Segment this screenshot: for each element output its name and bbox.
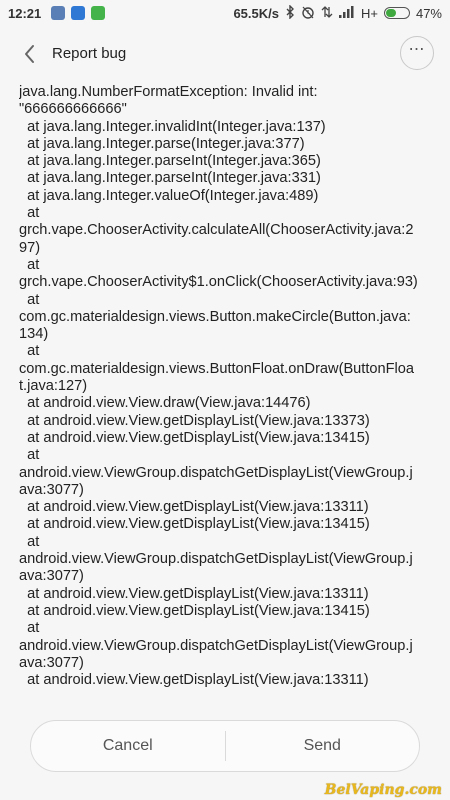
stack-trace-line: grch.vape.ChooserActivity.calculateAll(C… — [19, 222, 414, 239]
stack-trace-line: at java.lang.Integer.parse(Integer.java:… — [19, 135, 305, 152]
status-bar-left: 12:21 — [0, 5, 106, 21]
status-bar: 12:21 65.5K/s H+ 47% — [0, 0, 450, 26]
page-title: Report bug — [52, 45, 127, 62]
stack-trace-line: at android.view.View.getDisplayList(View… — [19, 585, 369, 602]
app-green-icon — [91, 6, 106, 20]
stack-trace-line: grch.vape.ChooserActivity$1.onClick(Choo… — [19, 274, 418, 291]
stack-trace-line: at android.view.View.getDisplayList(View… — [19, 672, 369, 689]
stack-trace-line: at android.view.View.draw(View.java:1447… — [19, 395, 311, 412]
stack-trace-line: "666666666666" — [19, 101, 127, 118]
stack-trace-line: 134) — [19, 326, 49, 343]
stack-trace-line: t.java:127) — [19, 378, 88, 395]
stack-trace-line: at — [19, 291, 40, 308]
stack-trace-line: ava:3077) — [19, 568, 84, 585]
network-type: H+ — [360, 5, 378, 21]
status-bar-right: 65.5K/s H+ 47% — [233, 3, 450, 22]
chevron-left-icon — [25, 45, 34, 63]
battery-fill — [385, 9, 397, 17]
stack-trace-line: ava:3077) — [19, 481, 84, 498]
stack-trace-line: at java.lang.Integer.invalidInt(Integer.… — [19, 118, 326, 135]
stack-trace-line: at java.lang.Integer.parseInt(Integer.ja… — [19, 170, 321, 187]
network-speed: 65.5K/s — [233, 5, 279, 21]
action-bar: Cancel Send — [30, 720, 420, 772]
stack-trace-line: at android.view.View.getDisplayList(View… — [19, 499, 369, 516]
more-icon: ⋯ — [408, 41, 426, 58]
stack-trace-line: at android.view.View.getDisplayList(View… — [19, 602, 370, 619]
stack-trace-line: at java.lang.Integer.parseInt(Integer.ja… — [19, 153, 321, 170]
clock: 12:21 — [8, 5, 42, 21]
stack-trace-line: ava:3077) — [19, 654, 84, 671]
send-button[interactable]: Send — [226, 721, 420, 771]
stack-trace-line: at java.lang.Integer.valueOf(Integer.jav… — [19, 187, 319, 204]
battery-percent: 47% — [415, 5, 442, 21]
stack-trace-line: android.view.ViewGroup.dispatchGetDispla… — [19, 551, 413, 568]
stack-trace-line: android.view.ViewGroup.dispatchGetDispla… — [19, 464, 413, 481]
stack-trace-line: 97) — [19, 239, 41, 256]
app-blue-icon — [71, 6, 86, 20]
watermark-logo: BelVaping.com — [324, 782, 442, 798]
more-options-button[interactable]: ⋯ — [400, 36, 434, 70]
battery-icon — [383, 7, 410, 19]
stack-trace-line: at android.view.View.getDisplayList(View… — [19, 412, 370, 429]
stack-trace-line: at — [19, 205, 40, 222]
stack-trace-line: at — [19, 256, 40, 273]
stack-trace: java.lang.NumberFormatException: Invalid… — [19, 84, 437, 689]
stack-trace-line: android.view.ViewGroup.dispatchGetDispla… — [19, 637, 413, 654]
app-header: Report bug ⋯ — [0, 26, 450, 82]
app-w-icon — [51, 6, 66, 20]
signal-icon — [338, 5, 355, 21]
stack-trace-line: at — [19, 447, 40, 464]
stack-trace-line: java.lang.NumberFormatException: Invalid… — [19, 84, 318, 100]
stack-trace-line: com.gc.materialdesign.views.Button.makeC… — [19, 308, 411, 325]
stack-trace-line: at — [19, 533, 40, 550]
cancel-button[interactable]: Cancel — [31, 721, 225, 771]
stack-trace-line: at — [19, 620, 40, 637]
stack-trace-line: at android.view.View.getDisplayList(View… — [19, 429, 370, 446]
stack-trace-line: at — [19, 343, 40, 360]
data-transfer-icon — [321, 5, 333, 22]
stack-trace-line: com.gc.materialdesign.views.ButtonFloat.… — [19, 360, 415, 377]
bluetooth-icon — [285, 3, 295, 22]
back-button[interactable] — [18, 40, 42, 68]
stack-trace-line: at android.view.View.getDisplayList(View… — [19, 516, 370, 533]
alarm-icon — [301, 5, 315, 22]
